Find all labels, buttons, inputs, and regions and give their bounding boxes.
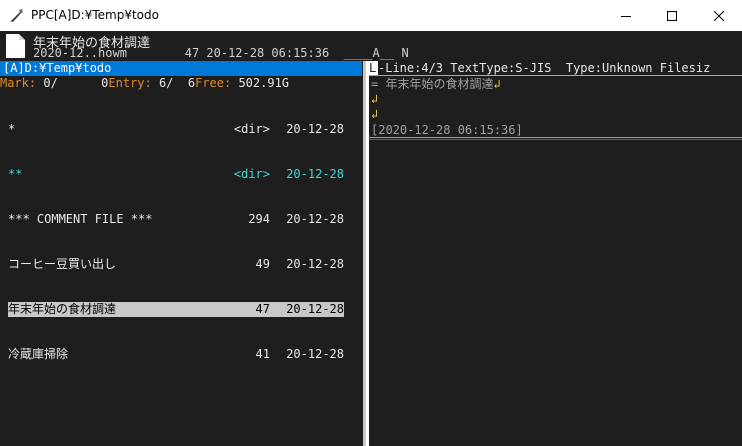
viewer-header-text: -Line:4/3 TextType:S-JIS Type:Unknown Fi…	[378, 61, 711, 75]
file-size: <dir>	[233, 167, 270, 181]
file-row[interactable]: ** <dir> 20-12-28	[8, 167, 344, 182]
file-size: 49	[255, 257, 270, 271]
viewer-header: L -Line:4/3 TextType:S-JIS Type:Unknown F…	[369, 61, 742, 76]
file-date: 20-12-28	[286, 212, 344, 226]
app-icon	[10, 9, 23, 22]
file-date: 20-12-28	[286, 302, 344, 316]
minimize-button[interactable]	[603, 0, 649, 31]
file-row[interactable]: * <dir> 20-12-28	[8, 122, 344, 137]
newline-mark: ↲	[493, 77, 501, 91]
file-size: 41	[255, 347, 270, 361]
viewer-timestamp: [2020-12-28 06:15:36]	[371, 123, 523, 137]
file-row[interactable]: *** COMMENT FILE *** 294 20-12-28	[8, 212, 344, 227]
info-details: 2020-12..howm 47 20-12-28 06:15:36 ____A…	[33, 46, 409, 60]
file-list[interactable]: * <dir> 20-12-28 ** <dir> 20-12-28 *** C…	[8, 92, 344, 392]
viewer-line: ↲	[371, 92, 378, 107]
mark-value: 0/ 0	[36, 76, 109, 90]
viewer-line-text: = 年末年始の食材調達	[371, 77, 494, 91]
header-underline	[369, 75, 742, 76]
window-title: PPC[A]D:¥Temp¥todo	[31, 8, 159, 22]
newline-mark: ↲	[371, 92, 379, 106]
file-row[interactable]: コーヒー豆買い出し 49 20-12-28	[8, 257, 344, 272]
viewer-header-lead: L	[369, 61, 378, 76]
close-button[interactable]	[696, 0, 742, 31]
free-value: 502.91G	[231, 76, 290, 90]
file-row-selected[interactable]: 年末年始の食材調達 47 20-12-28	[8, 302, 344, 317]
timestamp-divider-shadow	[369, 139, 742, 140]
close-icon	[714, 10, 724, 21]
minimize-icon	[621, 15, 631, 17]
file-row[interactable]: 冷蔵庫掃除 41 20-12-28	[8, 347, 344, 362]
viewer-line: = 年末年始の食材調達↲	[371, 77, 501, 92]
entry-value: 6/ 6	[151, 76, 196, 90]
title-bar: PPC[A]D:¥Temp¥todo	[0, 0, 742, 31]
file-name: 年末年始の食材調達	[8, 302, 117, 316]
mark-label: Mark:	[0, 76, 37, 90]
maximize-icon	[667, 10, 677, 21]
file-name: *** COMMENT FILE ***	[8, 212, 153, 226]
file-date: 20-12-28	[286, 122, 344, 136]
file-name: 冷蔵庫掃除	[8, 347, 69, 361]
status-bar: Mark: 0/ 0Entry: 6/ 6Free: 502.91G	[0, 76, 362, 91]
file-name: コーヒー豆買い出し	[8, 257, 117, 271]
file-name: *	[8, 122, 16, 136]
file-date: 20-12-28	[286, 347, 344, 361]
file-size: <dir>	[233, 122, 270, 136]
file-size: 294	[248, 212, 270, 226]
newline-mark: ↲	[371, 107, 379, 121]
info-bar: 年末年始の食材調達 2020-12..howm 47 20-12-28 06:1…	[0, 31, 742, 61]
viewer-line: ↲	[371, 107, 378, 122]
maximize-button[interactable]	[649, 0, 695, 31]
timestamp-divider	[369, 137, 742, 138]
file-name: **	[8, 167, 23, 181]
viewer-pane[interactable]: L -Line:4/3 TextType:S-JIS Type:Unknown F…	[369, 61, 742, 446]
file-date: 20-12-28	[286, 257, 344, 271]
file-icon	[6, 34, 25, 58]
file-date: 20-12-28	[286, 167, 344, 181]
entry-label: Entry:	[108, 76, 152, 90]
client-area: 年末年始の食材調達 2020-12..howm 47 20-12-28 06:1…	[0, 31, 742, 446]
path-bar[interactable]: [A]D:¥Temp¥todo	[0, 61, 362, 76]
free-label: Free:	[195, 76, 232, 90]
file-size: 47	[255, 302, 270, 316]
